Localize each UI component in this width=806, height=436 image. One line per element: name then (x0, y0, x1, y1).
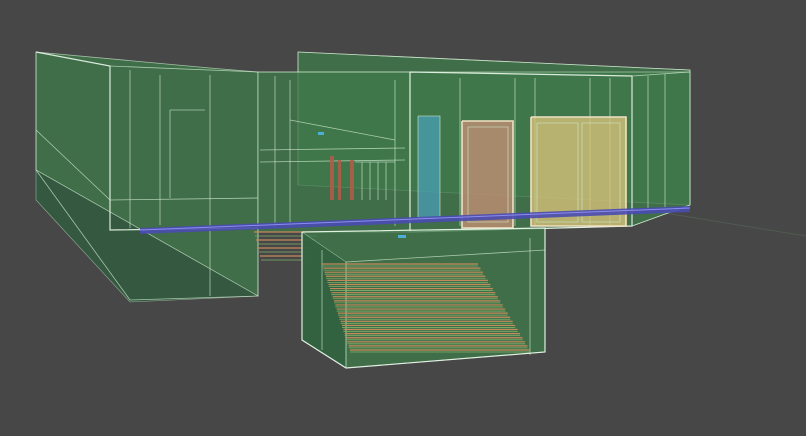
left-door[interactable] (461, 120, 514, 229)
blue-window-panel[interactable] (417, 115, 441, 219)
left-wing-volume[interactable] (35, 51, 260, 303)
3d-viewport[interactable] (0, 0, 806, 436)
lower-stair-box[interactable] (301, 227, 546, 369)
main-volume[interactable] (257, 71, 411, 233)
wireframe-scene[interactable] (0, 0, 806, 436)
